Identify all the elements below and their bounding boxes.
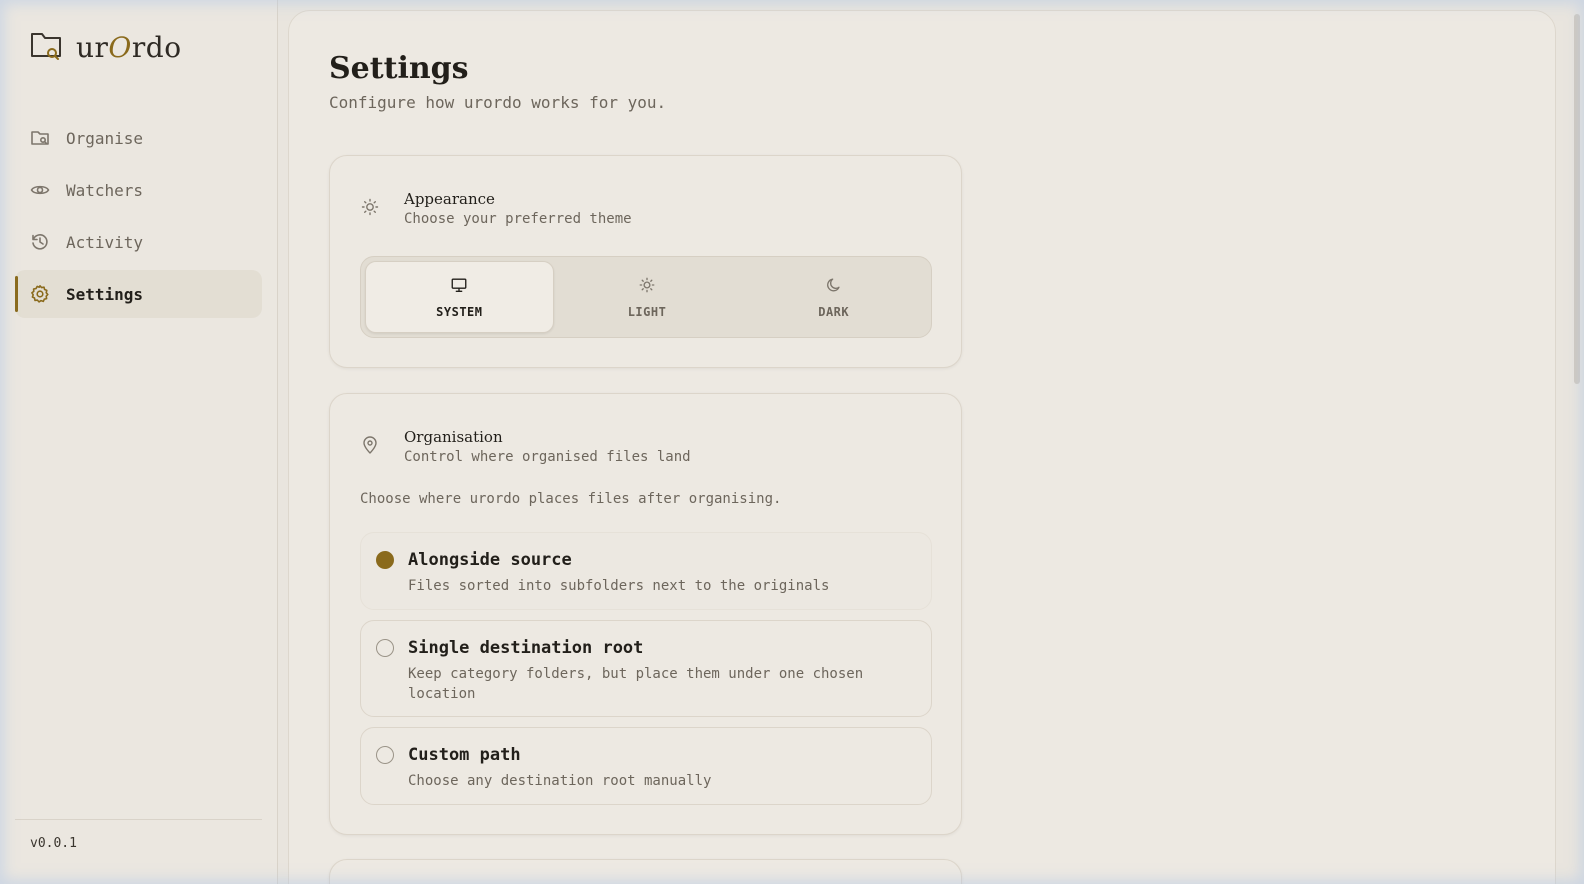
moon-icon xyxy=(825,276,843,297)
gear-icon xyxy=(30,284,50,304)
destination-option-single-root[interactable]: Single destination root Keep category fo… xyxy=(360,620,932,717)
theme-option-label: DARK xyxy=(818,304,850,319)
theme-option-label: LIGHT xyxy=(627,304,667,319)
theme-selector: SYSTEM LIGHT DARK xyxy=(360,256,932,338)
version-label: v0.0.1 xyxy=(30,836,77,851)
radio-selected[interactable] xyxy=(376,551,394,569)
option-description: Choose any destination root manually xyxy=(408,773,712,789)
appearance-title: Appearance xyxy=(404,190,495,208)
folder-search-logo-icon xyxy=(30,29,64,65)
sidebar-item-label: Settings xyxy=(66,284,144,304)
organisation-title: Organisation xyxy=(404,428,503,446)
option-description: Keep category folders, but place them un… xyxy=(408,666,864,702)
eye-icon xyxy=(30,180,50,200)
sidebar-item-label: Activity xyxy=(66,232,144,252)
scrollbar-thumb[interactable] xyxy=(1574,14,1580,384)
option-title: Custom path xyxy=(408,745,521,765)
radio-unselected[interactable] xyxy=(376,746,394,764)
option-title: Single destination root xyxy=(408,638,644,658)
main-content: Settings Configure how urordo works for … xyxy=(288,10,1556,884)
organisation-card: Organisation Control where organised fil… xyxy=(329,393,962,835)
theme-option-light[interactable]: LIGHT xyxy=(554,261,741,333)
sun-icon xyxy=(360,197,380,221)
appearance-description: Choose your preferred theme xyxy=(404,211,632,227)
theme-option-dark[interactable]: DARK xyxy=(740,261,927,333)
sidebar: urOrdo Organise Watchers Activity Settin… xyxy=(0,0,278,884)
monitor-icon xyxy=(450,276,468,297)
page-title: Settings xyxy=(329,51,469,86)
folder-search-icon xyxy=(30,128,50,148)
map-pin-icon xyxy=(360,435,380,459)
sidebar-item-label: Watchers xyxy=(66,180,144,200)
version-footer: v0.0.1 xyxy=(15,819,262,851)
option-title: Alongside source xyxy=(408,550,572,570)
organisation-header: Organisation Control where organised fil… xyxy=(360,428,691,465)
app-logo[interactable]: urOrdo xyxy=(30,30,182,64)
next-settings-card xyxy=(329,859,962,884)
sidebar-item-watchers[interactable]: Watchers xyxy=(15,166,262,214)
sidebar-item-organise[interactable]: Organise xyxy=(15,114,262,162)
sidebar-nav: Organise Watchers Activity Settings xyxy=(15,114,262,322)
history-icon xyxy=(30,232,50,252)
organisation-description: Control where organised files land xyxy=(404,449,691,465)
radio-unselected[interactable] xyxy=(376,639,394,657)
sidebar-item-label: Organise xyxy=(66,128,144,148)
appearance-card: Appearance Choose your preferred theme S… xyxy=(329,155,962,368)
sidebar-item-settings[interactable]: Settings xyxy=(15,270,262,318)
app-name: urOrdo xyxy=(76,30,182,64)
theme-option-label: SYSTEM xyxy=(436,304,483,319)
sidebar-item-activity[interactable]: Activity xyxy=(15,218,262,266)
option-description: Files sorted into subfolders next to the… xyxy=(408,578,830,594)
appearance-header: Appearance Choose your preferred theme xyxy=(360,190,632,227)
sun-icon xyxy=(638,276,656,297)
destination-option-alongside[interactable]: Alongside source Files sorted into subfo… xyxy=(360,532,932,610)
theme-option-system[interactable]: SYSTEM xyxy=(365,261,554,333)
page-subtitle: Configure how urordo works for you. xyxy=(329,93,667,112)
organisation-intro: Choose where urordo places files after o… xyxy=(360,491,782,507)
destination-option-custom-path[interactable]: Custom path Choose any destination root … xyxy=(360,727,932,805)
